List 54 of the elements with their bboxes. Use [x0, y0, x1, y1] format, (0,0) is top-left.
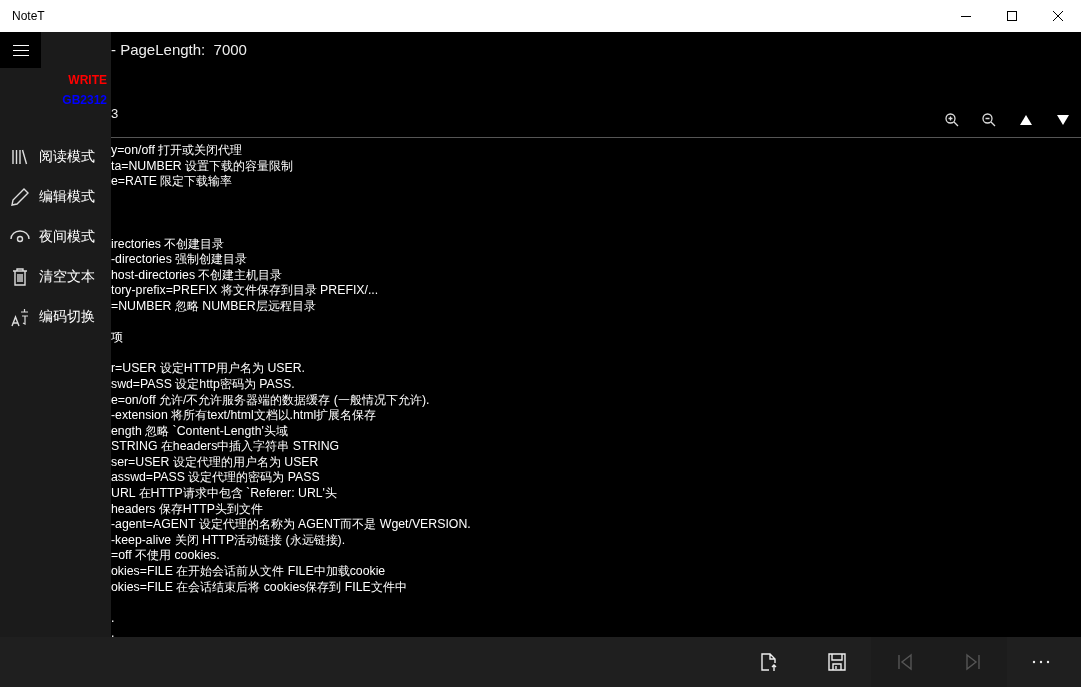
text-line: host-directories 不创建主机目录	[111, 267, 283, 282]
up-triangle-icon	[1019, 115, 1032, 125]
text-line: y=on/off 打开或关闭代理	[111, 143, 243, 157]
text-line: swd=PASS 设定http密码为 PASS.	[111, 376, 295, 391]
text-line: okies=FILE 在开始会话前从文件 FILE中加载cookie	[111, 564, 386, 579]
trash-icon	[10, 267, 30, 287]
text-line: tory-prefix=PREFIX 将文件保存到目录 PREFIX/...	[111, 283, 379, 298]
menu-item[interactable]: 编辑模式	[0, 177, 111, 217]
page-length-label: - PageLength: 7000	[111, 41, 247, 58]
maximize-icon	[1007, 11, 1017, 21]
text-line: STRING 在headers中插入字符串 STRING	[111, 439, 340, 454]
text-line: r=USER 设定HTTP用户名为 USER.	[111, 361, 305, 376]
text-line: -agent=AGENT 设定代理的名称为 AGENT而不是 Wget/VERSION.	[111, 517, 471, 532]
mode-label: WRITE	[68, 73, 107, 87]
books-icon	[10, 147, 30, 167]
minimize-icon	[961, 15, 971, 17]
font-icon	[10, 307, 30, 327]
down-triangle-icon	[1056, 115, 1069, 125]
text-fragment: 3	[111, 106, 119, 121]
zoom-out-icon	[980, 112, 997, 128]
skip-back-icon	[895, 652, 915, 672]
text-line: irectories 不创建目录	[111, 236, 225, 251]
skip-forward-icon	[963, 652, 983, 672]
text-line: URL 在HTTP请求中包含 `Referer: URL'头	[111, 486, 337, 501]
close-icon	[1053, 11, 1063, 21]
text-line: -directories 强制创建目录	[111, 252, 248, 267]
encoding-label: GB2312	[62, 93, 107, 107]
window-title: NoteT	[11, 9, 46, 23]
pencil-icon	[10, 187, 30, 207]
more-icon	[1032, 660, 1050, 664]
text-line: asswd=PASS 设定代理的密码为 PASS	[111, 470, 320, 485]
text-line: okies=FILE 在会话结束后将 cookies保存到 FILE文件中	[111, 579, 407, 594]
menu-button[interactable]	[0, 32, 41, 68]
text-line: -extension 将所有text/html文档以.html扩展名保存	[111, 408, 377, 423]
text-line: e=on/off 允许/不允许服务器端的数据缓存 (一般情况下允许).	[111, 392, 430, 407]
text-line: 项	[111, 330, 123, 345]
text-line: ser=USER 设定代理的用户名为 USER	[111, 454, 319, 469]
text-line: e=RATE 限定下载输率	[111, 174, 233, 189]
menu-item[interactable]: 清空文本	[0, 257, 111, 297]
menu-item[interactable]: 夜间模式	[0, 217, 111, 257]
text-line: =off 不使用 cookies.	[111, 548, 220, 563]
menu-item[interactable]: 阅读模式	[0, 137, 111, 177]
text-line: ength 忽略 `Content-Length'头域	[111, 423, 288, 438]
text-line: .	[111, 626, 115, 637]
text-line: .	[111, 610, 115, 625]
zoom-in-icon	[943, 112, 960, 128]
file-upload-icon	[759, 652, 779, 672]
text-line: ta=NUMBER 设置下载的容量限制	[111, 158, 294, 173]
menu-item[interactable]: 编码切换	[0, 297, 111, 337]
menu-icon	[12, 44, 29, 56]
text-line: =NUMBER 忽略 NUMBER层远程目录	[111, 298, 316, 313]
save-icon	[827, 652, 847, 672]
text-line: headers 保存HTTP头到文件	[111, 501, 263, 516]
text-line: -keep-alive 关闭 HTTP活动链接 (永远链接).	[111, 532, 346, 547]
